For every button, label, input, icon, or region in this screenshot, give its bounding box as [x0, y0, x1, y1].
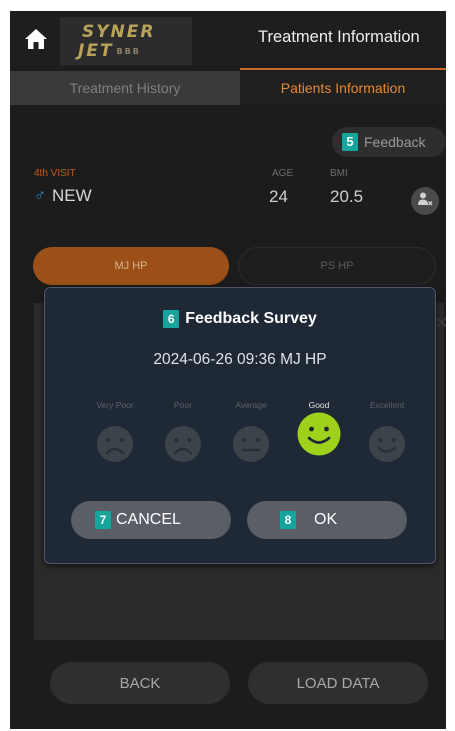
page-title: Treatment Information — [258, 28, 420, 46]
panel-close-icon: ✕ — [435, 315, 446, 332]
rating-label: Excellent — [369, 400, 405, 410]
rating-excellent[interactable]: Excellent — [357, 400, 417, 469]
mode-mj-hp[interactable]: MJ HP — [33, 247, 229, 285]
load-data-button[interactable]: LOAD DATA — [248, 662, 428, 704]
tab-treatment-history[interactable]: Treatment History — [10, 71, 240, 105]
tab-patients-information[interactable]: Patients Information — [240, 71, 446, 105]
dialog-title-text: Feedback Survey — [185, 310, 317, 327]
bmi-label: BMI — [330, 168, 348, 179]
dialog-title-badge: 6 — [163, 310, 180, 328]
bmi-value: 20.5 — [330, 187, 364, 206]
visit-row: ♂ NEW — [34, 186, 92, 206]
neutral-face-icon — [231, 414, 271, 469]
synerjet-logo: SYNER JET BBB — [60, 17, 192, 65]
dialog-subtitle: 2024-06-26 09:36 MJ HP — [153, 351, 327, 368]
smile-face-icon — [367, 414, 407, 469]
user-remove-button[interactable] — [411, 187, 439, 215]
cancel-badge: 7 — [95, 511, 111, 529]
cancel-button[interactable]: 7 CANCEL — [71, 501, 231, 539]
ok-label: OK — [314, 511, 338, 528]
rating-label: Very Poor — [96, 400, 134, 410]
feedback-button[interactable]: 5 Feedback — [332, 127, 446, 157]
logo-line1: SYNER — [82, 22, 156, 42]
rating-options: Very Poor Poor Average Good Excellent — [81, 400, 421, 480]
app-screen: SYNER JET BBB Treatment Information Treat… — [10, 11, 446, 729]
dialog-title: 6 Feedback Survey — [45, 310, 435, 328]
back-button[interactable]: BACK — [50, 662, 230, 704]
feedback-label: Feedback — [364, 134, 426, 150]
rating-average[interactable]: Average — [221, 400, 281, 469]
frown-face-icon — [163, 414, 203, 469]
visit-label: 4th VISIT — [34, 168, 76, 179]
age-value: 24 — [269, 187, 288, 206]
user-remove-icon — [417, 191, 433, 212]
feedback-badge: 5 — [342, 133, 358, 151]
rating-poor[interactable]: Poor — [153, 400, 213, 469]
title-underline — [240, 68, 446, 70]
smile-face-icon — [296, 412, 342, 462]
logo-small-text: BBB — [116, 46, 141, 56]
logo-line2-text: JET — [78, 41, 114, 61]
rating-good[interactable]: Good — [289, 400, 349, 462]
rating-very-poor[interactable]: Very Poor — [85, 400, 145, 469]
rating-label: Average — [235, 400, 267, 410]
frown-face-icon — [95, 414, 135, 469]
ok-badge: 8 — [280, 511, 296, 529]
mode-ps-hp[interactable]: PS HP — [238, 247, 436, 285]
age-label: AGE — [272, 168, 294, 179]
tab-bar: Treatment History Patients Information — [10, 71, 446, 105]
male-icon: ♂ — [34, 187, 46, 204]
home-button[interactable] — [16, 15, 56, 67]
ok-button[interactable]: 8 OK — [247, 501, 407, 539]
home-icon — [24, 28, 48, 55]
cancel-label: CANCEL — [116, 511, 181, 528]
logo-line2: JET BBB — [78, 41, 141, 61]
rating-label: Poor — [174, 400, 192, 410]
visit-value: NEW — [52, 186, 92, 205]
top-bar: SYNER JET BBB Treatment Information — [10, 11, 446, 67]
feedback-survey-dialog: 6 Feedback Survey 2024-06-26 09:36 MJ HP… — [44, 287, 436, 564]
